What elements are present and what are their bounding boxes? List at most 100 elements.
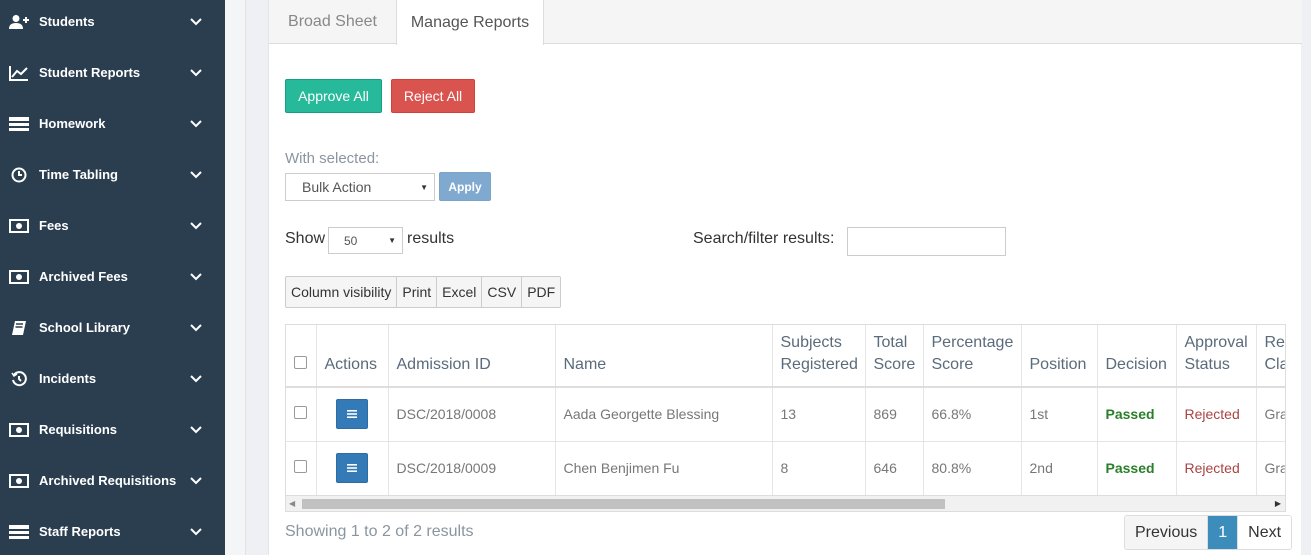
sidebar-item-label: Archived Fees — [39, 269, 128, 284]
caret-down-icon: ▼ — [420, 183, 428, 192]
row-checkbox[interactable] — [294, 460, 308, 473]
total-score-cell: 869 — [865, 387, 924, 442]
chevron-down-icon — [189, 270, 203, 284]
chevron-down-icon — [189, 372, 203, 386]
column-header-result-class[interactable]: Result Class — [1256, 325, 1285, 388]
tab-manage-reports[interactable]: Manage Reports — [396, 0, 544, 45]
results-label: results — [407, 230, 455, 247]
sidebar-item-student-reports[interactable]: Student Reports — [0, 47, 225, 98]
approve-all-button[interactable]: Approve All — [285, 79, 382, 113]
tab-bar: Broad Sheet Manage Reports — [269, 0, 1302, 45]
approval-status-cell: Rejected — [1176, 441, 1257, 495]
name-cell: Aada Georgette Blessing — [555, 387, 773, 442]
column-visibility-button[interactable]: Column visibility — [286, 277, 398, 307]
sidebar-item-fees[interactable]: Fees — [0, 200, 225, 251]
reject-all-button[interactable]: Reject All — [391, 79, 475, 113]
row-menu-button[interactable] — [336, 399, 368, 430]
book-icon — [9, 320, 29, 336]
chevron-down-icon — [189, 66, 203, 80]
sidebar-item-label: Time Tabling — [39, 167, 118, 182]
sidebar-item-label: School Library — [39, 320, 131, 335]
name-cell: Chen Benjimen Fu — [555, 441, 773, 495]
server-icon — [9, 116, 29, 132]
column-header-name[interactable]: Name — [555, 325, 773, 388]
chevron-down-icon — [189, 321, 203, 335]
select-all-cell — [286, 325, 317, 388]
column-header-total-score[interactable]: Total Score — [865, 325, 924, 388]
sidebar-item-students[interactable]: Students — [0, 0, 225, 47]
page-size-select[interactable]: 50 ▼ — [328, 227, 403, 254]
sidebar-item-archived-requisitions[interactable]: Archived Requisitions — [0, 455, 225, 506]
reports-table-container: Actions Admission ID Name Subjects Regis… — [285, 324, 1286, 496]
sidebar-gutter — [225, 0, 245, 555]
scroll-left-icon[interactable]: ◀ — [289, 499, 295, 508]
show-label: Show — [285, 230, 326, 247]
select-all-checkbox[interactable] — [294, 355, 308, 369]
caret-down-icon: ▼ — [388, 236, 396, 245]
user-plus-icon — [9, 14, 29, 30]
sidebar: Students Student Reports Homework Time T… — [0, 0, 225, 555]
column-header-subjects-registered[interactable]: Subjects Registered — [772, 325, 866, 388]
column-header-percentage-score[interactable]: Percentage Score — [923, 325, 1022, 388]
chevron-down-icon — [189, 474, 203, 488]
sidebar-item-time-tabling[interactable]: Time Tabling — [0, 149, 225, 200]
scrollbar-thumb[interactable] — [302, 499, 945, 509]
tab-broad-sheet[interactable]: Broad Sheet — [269, 0, 396, 44]
column-header-admission-id[interactable]: Admission ID — [388, 325, 556, 388]
table-header-row: Actions Admission ID Name Subjects Regis… — [286, 325, 1285, 388]
column-header-decision[interactable]: Decision — [1097, 325, 1177, 388]
sidebar-item-requisitions[interactable]: Requisitions — [0, 404, 225, 455]
print-button[interactable]: Print — [397, 277, 438, 307]
line-chart-icon — [9, 65, 29, 81]
clock-icon — [9, 167, 29, 183]
percentage-cell: 66.8% — [923, 387, 1022, 442]
table-row: DSC/2018/0009 Chen Benjimen Fu 8 646 80.… — [286, 441, 1285, 495]
row-select-cell — [286, 387, 317, 442]
table-row: DSC/2018/0008 Aada Georgette Blessing 13… — [286, 387, 1285, 442]
search-input[interactable] — [847, 227, 1006, 256]
result-class-cell: Gra — [1256, 441, 1285, 495]
search-label: Search/filter results: — [693, 230, 835, 247]
sidebar-item-label: Students — [39, 14, 95, 29]
money-icon — [9, 269, 29, 285]
admission-id-cell: DSC/2018/0008 — [388, 387, 556, 442]
decision-cell: Passed — [1097, 441, 1177, 495]
admission-id-cell: DSC/2018/0009 — [388, 441, 556, 495]
with-selected-label: With selected: — [285, 150, 380, 167]
chevron-down-icon — [189, 15, 203, 29]
previous-page-button[interactable]: Previous — [1125, 516, 1209, 549]
row-actions-cell — [316, 441, 389, 495]
server-icon — [9, 524, 29, 540]
reports-table: Actions Admission ID Name Subjects Regis… — [286, 325, 1285, 495]
next-page-button[interactable]: Next — [1238, 516, 1292, 549]
pdf-button[interactable]: PDF — [522, 277, 560, 307]
apply-button[interactable]: Apply — [439, 172, 491, 201]
column-header-approval-status[interactable]: Approval Status — [1176, 325, 1257, 388]
position-cell: 1st — [1021, 387, 1098, 442]
pagination: Previous 1 Next — [1124, 515, 1293, 550]
money-icon — [9, 473, 29, 489]
subjects-cell: 8 — [772, 441, 866, 495]
sidebar-item-label: Student Reports — [39, 65, 141, 80]
row-checkbox[interactable] — [294, 406, 308, 420]
row-menu-button[interactable] — [336, 453, 368, 483]
main-content: Broad Sheet Manage Reports Approve All R… — [246, 0, 1311, 555]
excel-button[interactable]: Excel — [437, 277, 483, 307]
page-1-button[interactable]: 1 — [1208, 516, 1239, 549]
decision-cell: Passed — [1097, 387, 1177, 442]
sidebar-item-incidents[interactable]: Incidents — [0, 353, 225, 404]
chevron-down-icon — [189, 219, 203, 233]
column-header-position[interactable]: Position — [1021, 325, 1098, 388]
row-actions-cell — [316, 387, 389, 442]
scroll-right-icon[interactable]: ▶ — [1275, 499, 1281, 508]
sidebar-item-label: Requisitions — [39, 422, 118, 437]
horizontal-scrollbar[interactable]: ◀ ▶ — [285, 496, 1286, 512]
sidebar-item-staff-reports[interactable]: Staff Reports — [0, 506, 225, 555]
bulk-action-select[interactable]: Bulk Action ▼ — [285, 173, 435, 201]
csv-button[interactable]: CSV — [482, 277, 523, 307]
total-score-cell: 646 — [865, 441, 924, 495]
sidebar-item-homework[interactable]: Homework — [0, 98, 225, 149]
column-header-actions[interactable]: Actions — [316, 325, 389, 388]
sidebar-item-school-library[interactable]: School Library — [0, 302, 225, 353]
sidebar-item-archived-fees[interactable]: Archived Fees — [0, 251, 225, 302]
